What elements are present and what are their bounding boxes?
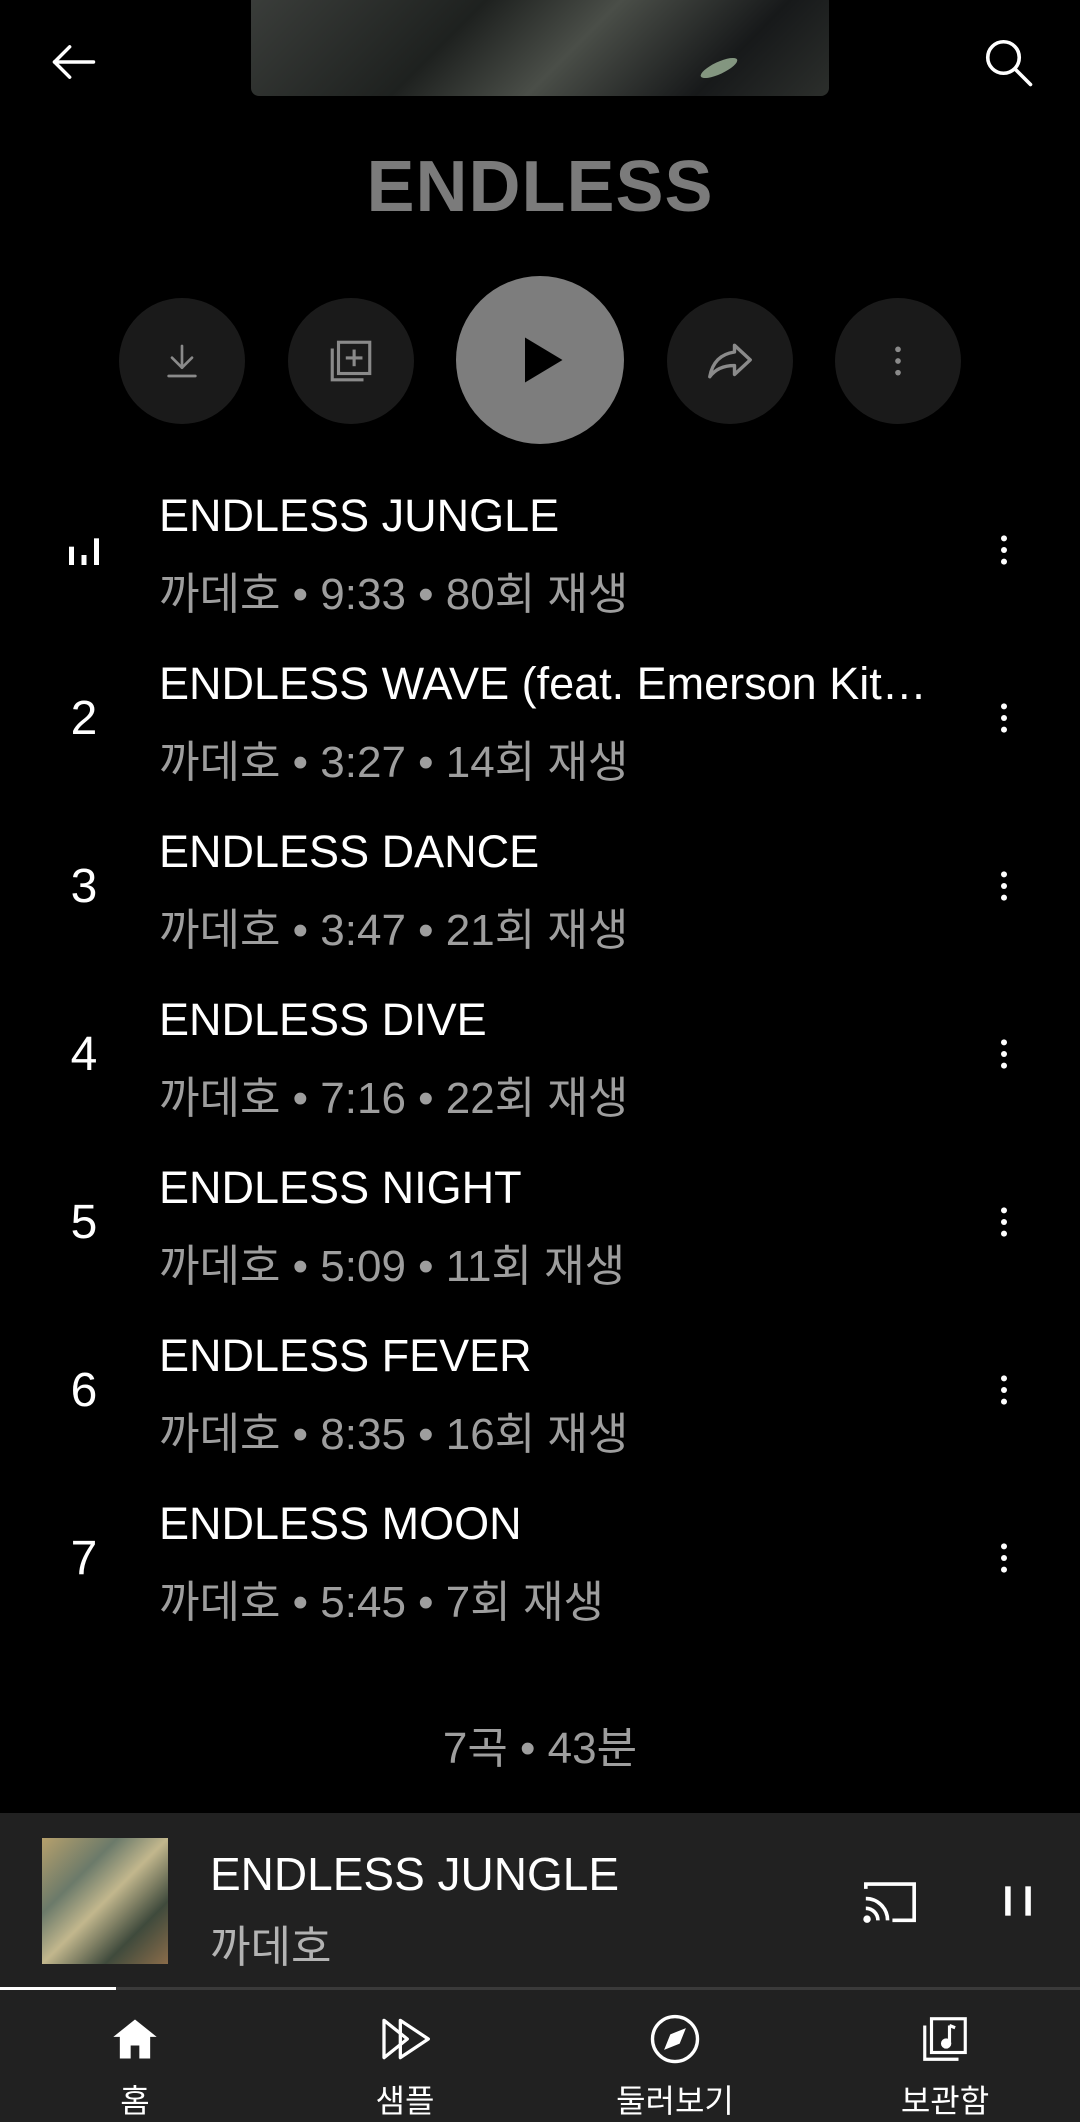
track-more-button[interactable] bbox=[964, 678, 1044, 758]
arrow-left-icon bbox=[52, 45, 96, 79]
track-row[interactable]: 5 ENDLESS NIGHT 까데호 • 5:09 • 11회 재생 bbox=[0, 1138, 1080, 1306]
track-list: ENDLESS JUNGLE 까데호 • 9:33 • 80회 재생 2 ENDLES… bbox=[0, 466, 1080, 1642]
more-vert-icon bbox=[1001, 1543, 1007, 1573]
track-more-button[interactable] bbox=[964, 1014, 1044, 1094]
track-row[interactable]: 4 ENDLESS DIVE 까데호 • 7:16 • 22회 재생 bbox=[0, 970, 1080, 1138]
track-number: 2 bbox=[70, 691, 98, 745]
bottom-nav: 홈 샘플 둘러보기 보관함 bbox=[0, 1990, 1080, 2122]
track-row[interactable]: 6 ENDLESS FEVER 까데호 • 8:35 • 16회 재생 bbox=[0, 1306, 1080, 1474]
nav-item-samples[interactable]: 샘플 bbox=[270, 1990, 540, 2122]
play-button[interactable] bbox=[456, 276, 624, 444]
track-title: ENDLESS NIGHT bbox=[159, 1162, 522, 1213]
track-more-button[interactable] bbox=[964, 1350, 1044, 1430]
track-number: 5 bbox=[70, 1195, 98, 1249]
nav-label-home: 홈 bbox=[120, 2083, 150, 2119]
nav-label-samples: 샘플 bbox=[375, 2083, 435, 2119]
share-button[interactable] bbox=[667, 298, 793, 424]
explore-icon bbox=[650, 2014, 700, 2064]
mini-player-artwork[interactable] bbox=[42, 1838, 168, 1964]
back-button[interactable] bbox=[42, 30, 106, 94]
album-cover bbox=[251, 0, 829, 96]
track-meta: 까데호 • 8:35 • 16회 재생 bbox=[159, 1410, 629, 1459]
save-to-library-button[interactable] bbox=[288, 298, 414, 424]
track-meta: 까데호 • 3:27 • 14회 재생 bbox=[159, 738, 629, 787]
play-icon bbox=[525, 337, 563, 383]
more-options-button[interactable] bbox=[835, 298, 961, 424]
track-row[interactable]: 7 ENDLESS MOON 까데호 • 5:45 • 7회 재생 bbox=[0, 1474, 1080, 1642]
download-button[interactable] bbox=[119, 298, 245, 424]
pause-button[interactable] bbox=[978, 1861, 1058, 1941]
track-title: ENDLESS DANCE bbox=[159, 826, 540, 877]
action-row bbox=[0, 276, 1080, 446]
mini-player[interactable]: ENDLESS JUNGLE 까데호 bbox=[0, 1813, 1080, 1989]
track-title: ENDLESS WAVE (feat. Emerson Kit… bbox=[159, 658, 927, 709]
track-meta: 까데호 • 5:09 • 11회 재생 bbox=[159, 1242, 626, 1291]
track-number: 3 bbox=[70, 859, 98, 913]
more-vert-icon bbox=[1001, 1207, 1007, 1237]
home-icon bbox=[113, 2019, 157, 2059]
track-number: 7 bbox=[70, 1531, 98, 1585]
more-vert-icon bbox=[1001, 535, 1007, 565]
track-title: ENDLESS DIVE bbox=[159, 994, 487, 1045]
more-vert-icon bbox=[1001, 1375, 1007, 1405]
cast-button[interactable] bbox=[850, 1861, 930, 1941]
track-number: 6 bbox=[70, 1363, 98, 1417]
nav-item-explore[interactable]: 둘러보기 bbox=[540, 1990, 810, 2122]
library-icon bbox=[923, 2017, 967, 2061]
nav-label-library: 보관함 bbox=[900, 2083, 990, 2119]
album-summary: 7곡 • 43분 bbox=[442, 1724, 638, 1773]
nav-item-library[interactable]: 보관함 bbox=[810, 1990, 1080, 2122]
album-cover-leaf bbox=[698, 54, 740, 82]
now-playing-indicator bbox=[48, 466, 120, 634]
more-vert-icon bbox=[1001, 1039, 1007, 1069]
search-button[interactable] bbox=[976, 30, 1040, 94]
track-more-button[interactable] bbox=[964, 846, 1044, 926]
track-title: ENDLESS JUNGLE bbox=[159, 490, 560, 541]
nav-label-explore: 둘러보기 bbox=[616, 2083, 734, 2119]
share-icon bbox=[708, 343, 752, 379]
track-meta: 까데호 • 3:47 • 21회 재생 bbox=[159, 906, 629, 955]
mini-player-title: ENDLESS JUNGLE bbox=[210, 1848, 620, 1900]
track-title: ENDLESS FEVER bbox=[159, 1330, 532, 1381]
add-to-library-icon bbox=[330, 340, 372, 382]
download-icon bbox=[167, 344, 197, 378]
track-number: 4 bbox=[70, 1027, 98, 1081]
pause-icon bbox=[1005, 1886, 1031, 1916]
track-meta: 까데호 • 7:16 • 22회 재생 bbox=[159, 1074, 629, 1123]
more-vert-icon bbox=[895, 346, 901, 376]
track-more-button[interactable] bbox=[964, 1518, 1044, 1598]
page-title: ENDLESS bbox=[366, 147, 714, 227]
search-icon bbox=[985, 39, 1033, 87]
track-more-button[interactable] bbox=[964, 510, 1044, 590]
track-more-button[interactable] bbox=[964, 1182, 1044, 1262]
track-meta: 까데호 • 9:33 • 80회 재생 bbox=[159, 570, 629, 619]
nav-item-home[interactable]: 홈 bbox=[0, 1990, 270, 2122]
track-row[interactable]: ENDLESS JUNGLE 까데호 • 9:33 • 80회 재생 bbox=[0, 466, 1080, 634]
samples-icon bbox=[382, 2018, 430, 2060]
equalizer-icon bbox=[69, 538, 99, 565]
more-vert-icon bbox=[1001, 703, 1007, 733]
track-title: ENDLESS MOON bbox=[159, 1498, 522, 1549]
cast-icon bbox=[863, 1882, 916, 1923]
track-meta: 까데호 • 5:45 • 7회 재생 bbox=[159, 1578, 604, 1627]
mini-player-artist: 까데호 bbox=[210, 1923, 332, 1972]
more-vert-icon bbox=[1001, 871, 1007, 901]
track-row[interactable]: 2 ENDLESS WAVE (feat. Emerson Kit… 까데호 • 3… bbox=[0, 634, 1080, 802]
track-row[interactable]: 3 ENDLESS DANCE 까데호 • 3:47 • 21회 재생 bbox=[0, 802, 1080, 970]
